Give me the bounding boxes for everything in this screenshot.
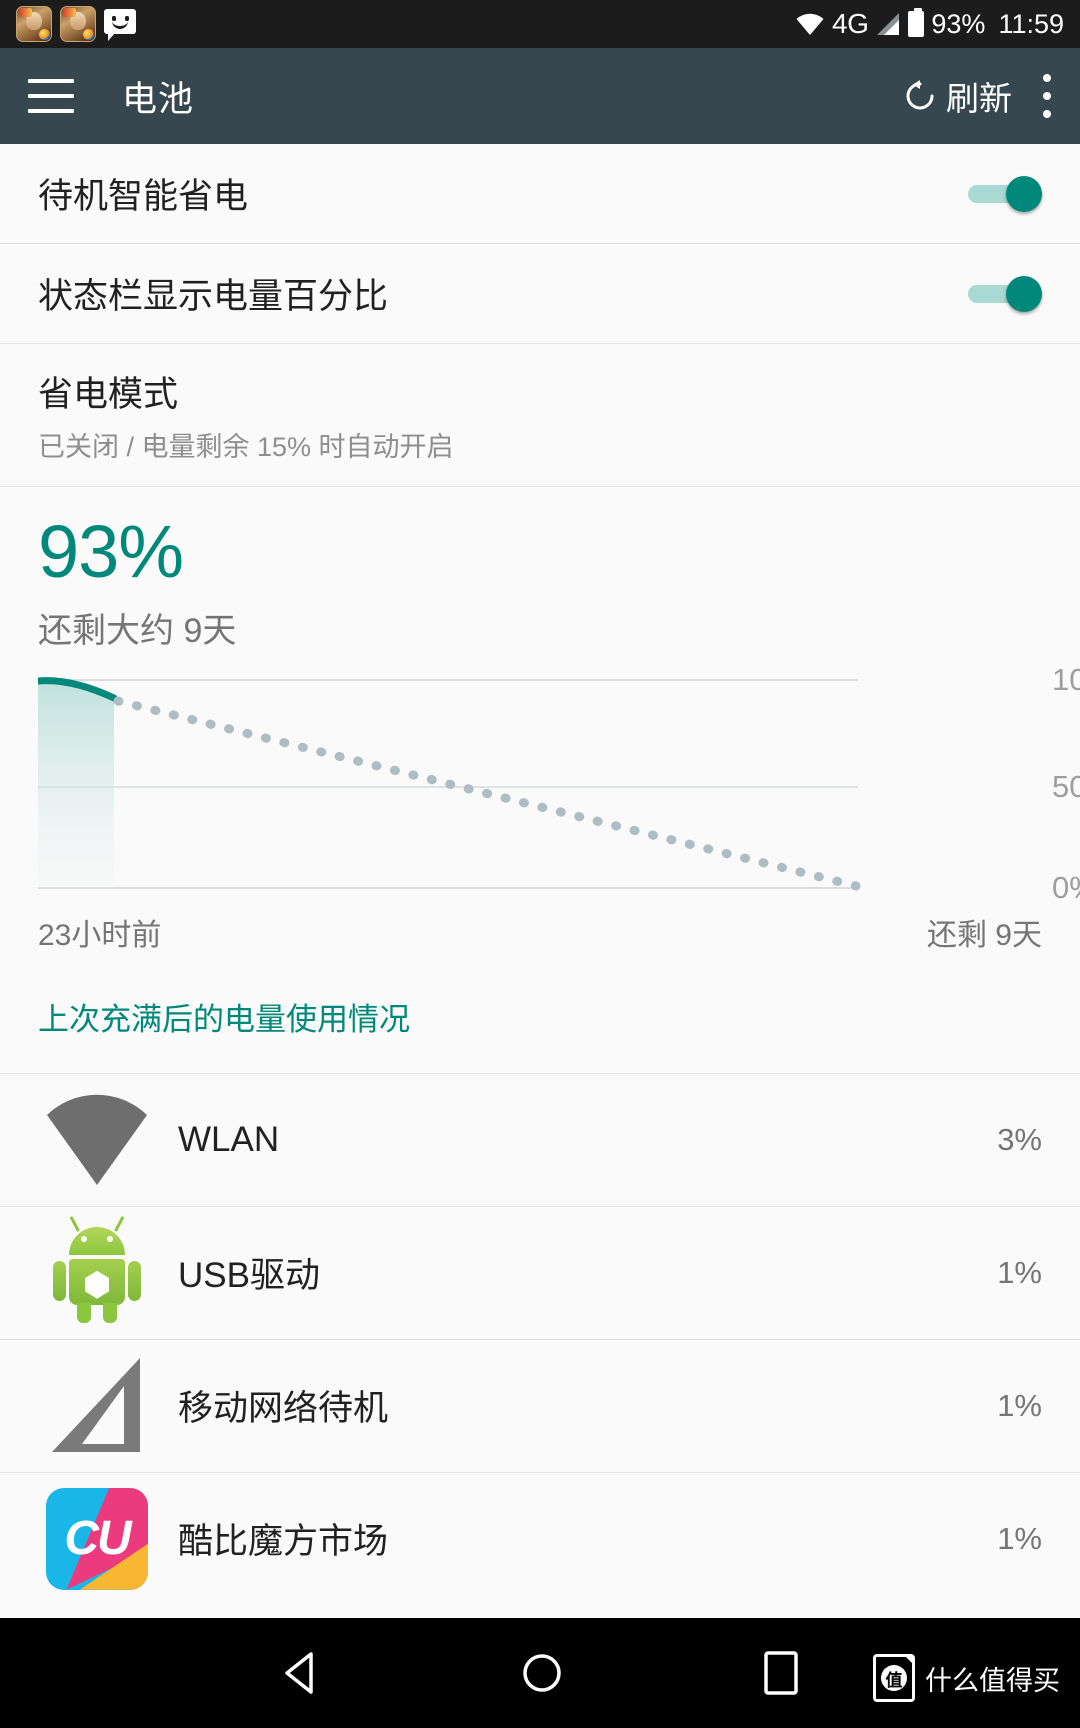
watermark-label: 什么值得买	[925, 1665, 1060, 1696]
usage-percent: 3%	[997, 1121, 1042, 1157]
pref-text: 状态栏显示电量百分比	[38, 268, 968, 319]
usage-label: WLAN	[178, 1119, 280, 1159]
battery-level-large: 93%	[38, 510, 184, 593]
back-triangle-icon[interactable]	[281, 1651, 321, 1695]
status-notifications	[16, 6, 136, 42]
signal-bars-icon	[38, 1356, 156, 1456]
usage-percent: 1%	[997, 1387, 1042, 1423]
battery-chart: 100% 50% 0% 23小时前 还剩 9天 上次充满后的电量使用情况	[0, 652, 1080, 1073]
battery-history-link[interactable]: 上次充满后的电量使用情况	[38, 994, 1042, 1073]
content-scroll-area[interactable]: 待机智能省电 状态栏显示电量百分比 省电模式 已关闭 / 电量剩余 15% 时自…	[0, 144, 1080, 1605]
network-type-label: 4G	[832, 8, 869, 39]
xaxis-left-label: 23小时前	[38, 918, 162, 952]
usage-percent: 1%	[997, 1520, 1042, 1556]
chart-plot-area: 100% 50% 0%	[38, 662, 1080, 905]
usage-label: USB驱动	[178, 1256, 320, 1296]
refresh-button[interactable]: 刷新	[904, 72, 1012, 120]
clock-label: 11:59	[998, 8, 1064, 39]
navigation-bar: 值 什么值得买	[0, 1618, 1080, 1728]
usage-row-mobile-standby[interactable]: 移动网络待机 1%	[0, 1338, 1080, 1472]
projection-line	[113, 696, 861, 891]
refresh-label: 刷新	[946, 80, 1012, 117]
chart-x-axis: 23小时前 还剩 9天	[38, 910, 1042, 954]
refresh-icon	[904, 80, 936, 112]
pref-title: 省电模式	[38, 375, 179, 414]
recents-square-icon[interactable]	[763, 1650, 799, 1696]
history-area-fill	[38, 681, 114, 888]
hamburger-menu-icon[interactable]	[28, 79, 74, 113]
ytick-label-100: 100%	[1052, 661, 1080, 697]
status-indicators: 4G 93% 11:59	[795, 8, 1064, 40]
smzdm-watermark: 值 什么值得买	[873, 1654, 1060, 1702]
usage-row-usb-driver[interactable]: USB驱动 1%	[0, 1205, 1080, 1339]
wifi-icon	[795, 12, 825, 36]
usage-row-wlan[interactable]: WLAN 3%	[0, 1072, 1080, 1206]
battery-percent-label: 93%	[931, 8, 986, 39]
pref-row-standby-smart-saving[interactable]: 待机智能省电	[0, 144, 1080, 244]
ytick-label-50: 50%	[1052, 768, 1080, 804]
pref-title: 待机智能省电	[38, 177, 249, 216]
home-circle-icon[interactable]	[521, 1652, 563, 1694]
toggle-standby-smart-saving[interactable]	[968, 175, 1042, 212]
android-robot-icon	[38, 1215, 156, 1323]
ytick-label-0: 0%	[1052, 869, 1080, 905]
wifi-icon	[38, 1093, 156, 1187]
usage-label: 酷比魔方市场	[178, 1522, 389, 1562]
battery-summary: 93% 还剩大约 9天	[0, 487, 1080, 652]
page-title: 电池	[122, 79, 195, 119]
status-bar: 4G 93% 11:59	[0, 0, 1080, 48]
usage-percent: 1%	[997, 1254, 1042, 1290]
pref-subtitle: 已关闭 / 电量剩余 15% 时自动开启	[38, 432, 454, 462]
overflow-menu-icon[interactable]	[1042, 74, 1052, 118]
cube-market-icon: CU	[38, 1487, 156, 1590]
battery-icon	[908, 8, 925, 37]
pref-row-show-battery-percent[interactable]: 状态栏显示电量百分比	[0, 244, 1080, 344]
xaxis-right-label: 还剩 9天	[926, 918, 1042, 952]
pref-text: 省电模式 已关闭 / 电量剩余 15% 时自动开启	[38, 366, 1042, 464]
pref-row-power-saving-mode[interactable]: 省电模式 已关闭 / 电量剩余 15% 时自动开启	[0, 344, 1080, 487]
game-notification-icon	[60, 6, 96, 42]
pref-title: 状态栏显示电量百分比	[38, 277, 389, 316]
chart-svg	[38, 676, 861, 891]
message-notification-icon	[104, 9, 136, 41]
action-bar-actions: 刷新	[904, 72, 1052, 120]
pref-text: 待机智能省电	[38, 168, 968, 219]
action-bar: 电池 刷新	[0, 48, 1080, 144]
signal-bars-icon	[875, 12, 901, 36]
battery-remaining-label: 还剩大约 9天	[38, 611, 237, 650]
usage-label: 移动网络待机	[178, 1389, 389, 1429]
usage-row-cube-market[interactable]: CU 酷比魔方市场 1%	[0, 1471, 1080, 1605]
smzdm-logo-icon: 值	[873, 1654, 915, 1702]
game-notification-icon	[16, 6, 52, 42]
toggle-show-battery-percent[interactable]	[968, 275, 1042, 312]
